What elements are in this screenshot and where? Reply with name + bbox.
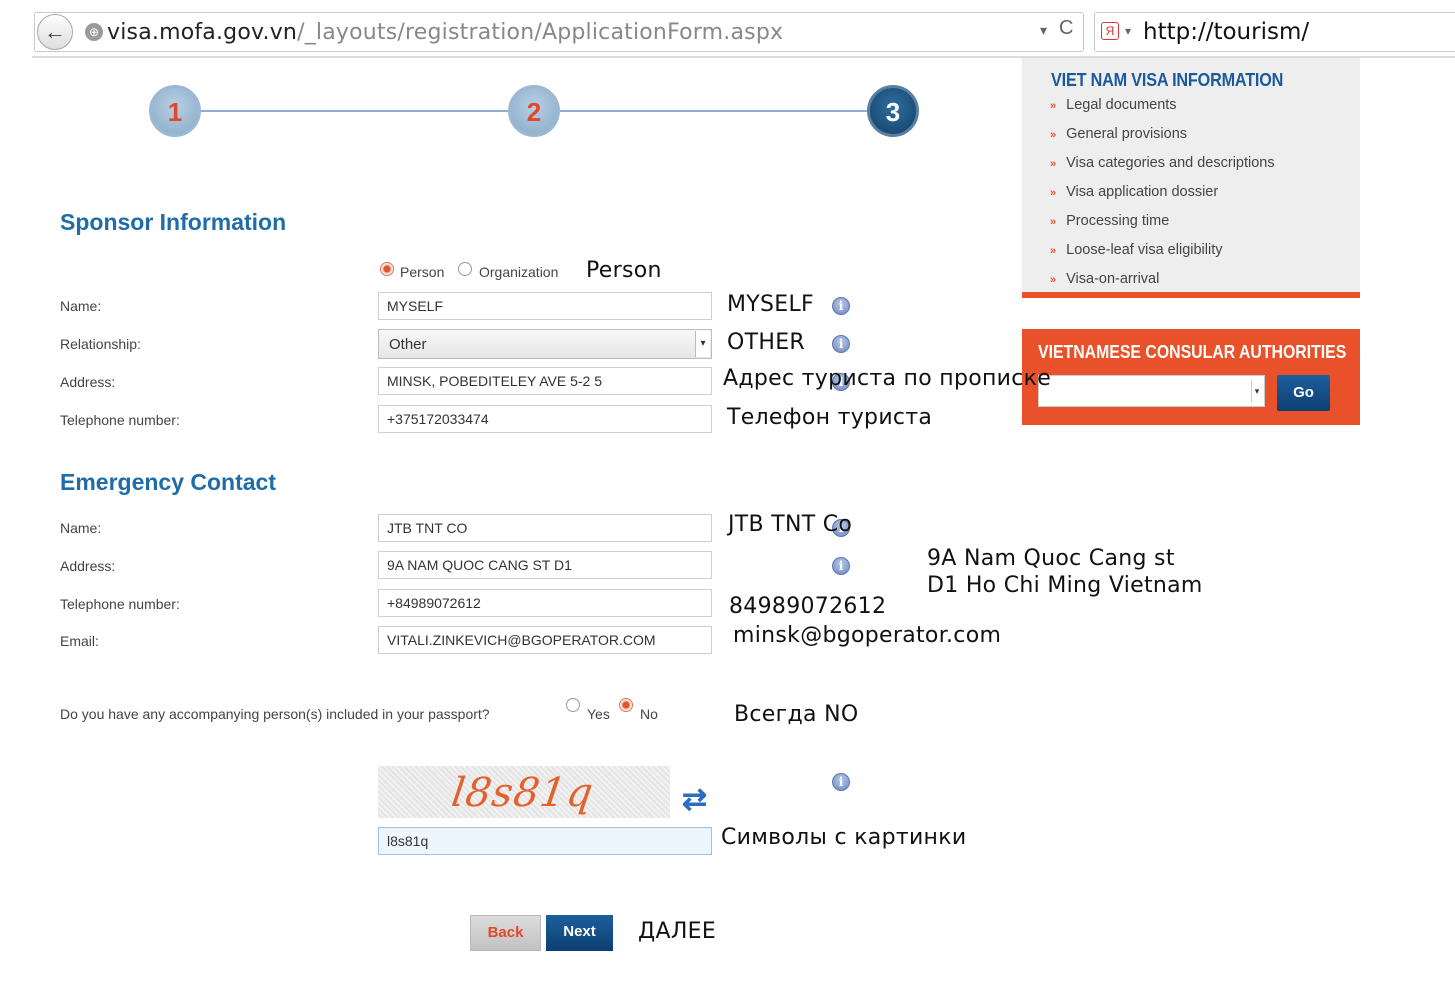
chevron-down-icon[interactable]: ▾ — [1251, 380, 1262, 402]
back-button[interactable]: Back — [470, 915, 541, 951]
annotation-ec-phone: 84989072612 — [729, 594, 887, 619]
search-bar[interactable]: Я ▾ http://tourism/ — [1094, 12, 1455, 52]
sidebar-item-label: Legal documents — [1066, 97, 1177, 113]
search-engine-dropdown-icon[interactable]: ▾ — [1125, 24, 1131, 38]
annotation-next-hint: ДАЛЕЕ — [638, 919, 717, 944]
sidebar-item-visa-on-arrival[interactable]: » Visa-on-arrival — [1050, 271, 1159, 287]
sponsor-address-input[interactable]: MINSK, POBEDITELEY AVE 5-2 5 — [378, 367, 712, 395]
info-icon[interactable]: i — [832, 773, 850, 791]
sidebar-item-label: Visa application dossier — [1066, 184, 1219, 200]
bullet-icon: » — [1050, 158, 1057, 170]
bullet-icon: » — [1050, 187, 1057, 199]
sponsor-relationship-label: Relationship: — [60, 336, 141, 352]
info-icon[interactable]: i — [832, 557, 850, 575]
sponsor-type-person-label: Person — [400, 264, 445, 280]
sponsor-name-input[interactable]: MYSELF — [378, 292, 712, 320]
address-bar[interactable]: ← ⊕ visa.mofa.gov.vn/_layouts/registrati… — [34, 12, 1084, 52]
sponsor-phone-input[interactable]: +375172033474 — [378, 405, 712, 433]
yandex-icon[interactable]: Я — [1101, 22, 1119, 40]
sponsor-section-title: Sponsor Information — [60, 209, 287, 235]
accompanying-yes-radio[interactable] — [566, 698, 580, 712]
consular-authorities-title: VIETNAMESE CONSULAR AUTHORITIES — [1038, 342, 1347, 362]
relationship-selected-value: Other — [389, 336, 427, 353]
annotation-person: Person — [586, 258, 662, 283]
back-arrow-icon[interactable]: ← — [37, 14, 73, 50]
bullet-icon: » — [1050, 245, 1057, 257]
step-1[interactable]: 1 — [149, 85, 201, 137]
captcha-image-text: l8s81q — [448, 770, 597, 816]
annotation-always-no: Всегда NO — [734, 702, 859, 727]
annotation-phone: Телефон туриста — [727, 405, 933, 430]
sponsor-relationship-select[interactable]: Other ▾ — [378, 329, 712, 359]
emergency-phone-label: Telephone number: — [60, 596, 180, 612]
annotation-captcha-hint: Символы с картинки — [721, 825, 967, 850]
sidebar-item-legal-documents[interactable]: » Legal documents — [1050, 97, 1177, 113]
sponsor-type-organization-label: Organization — [479, 264, 559, 280]
visa-info-divider — [1022, 292, 1360, 298]
sponsor-type-organization-radio[interactable] — [458, 262, 472, 276]
chevron-down-icon[interactable]: ▾ — [695, 331, 710, 357]
visa-info-panel: VIET NAM VISA INFORMATION » Legal documen… — [1022, 58, 1360, 294]
emergency-name-label: Name: — [60, 520, 102, 536]
sidebar-item-general-provisions[interactable]: » General provisions — [1050, 126, 1187, 142]
sponsor-phone-label: Telephone number: — [60, 412, 180, 428]
url-path: /_layouts/registration/ApplicationForm.a… — [297, 20, 784, 45]
step-connector — [200, 110, 510, 112]
refresh-captcha-icon[interactable]: ⇄ — [682, 782, 707, 817]
emergency-section-title: Emergency Contact — [60, 469, 277, 495]
annotation-ec-email: minsk@bgoperator.com — [733, 623, 1002, 648]
bullet-icon: » — [1050, 100, 1057, 112]
sponsor-type-person-radio[interactable] — [380, 262, 394, 276]
sponsor-address-label: Address: — [60, 374, 116, 390]
annotation-myself: MYSELF — [727, 292, 814, 317]
step-3: 3 — [867, 85, 919, 137]
accompanying-yes-label: Yes — [587, 706, 610, 722]
bullet-icon: » — [1050, 274, 1057, 286]
visa-info-title: VIET NAM VISA INFORMATION — [1051, 70, 1284, 90]
step-connector — [560, 110, 870, 112]
consular-authorities-panel: VIETNAMESE CONSULAR AUTHORITIES ▾ Go — [1022, 329, 1360, 425]
captcha-image: l8s81q — [378, 766, 670, 818]
accompanying-question: Do you have any accompanying person(s) i… — [60, 706, 490, 722]
consular-authorities-select[interactable]: ▾ — [1038, 375, 1265, 407]
sidebar-item-processing-time[interactable]: » Processing time — [1050, 213, 1169, 229]
accompanying-no-label: No — [640, 706, 658, 722]
sidebar-item-label: Processing time — [1066, 213, 1170, 229]
annotation-address: Адрес туриста по прописке — [723, 366, 1052, 391]
bullet-icon: » — [1050, 216, 1057, 228]
annotation-ec-address-line1: 9A Nam Quoc Cang st — [927, 546, 1175, 571]
search-input[interactable]: http://tourism/ — [1143, 19, 1309, 45]
annotation-ec-address-line2: D1 Ho Chi Ming Vietnam — [927, 573, 1203, 598]
sidebar-item-loose-leaf[interactable]: » Loose-leaf visa eligibility — [1050, 242, 1222, 258]
accompanying-no-radio[interactable] — [619, 698, 633, 712]
step-2[interactable]: 2 — [508, 85, 560, 137]
emergency-address-label: Address: — [60, 558, 116, 574]
annotation-other: OTHER — [727, 330, 805, 355]
reload-icon[interactable]: C — [1059, 17, 1073, 40]
sidebar-item-label: General provisions — [1066, 126, 1188, 142]
url-text[interactable]: visa.mofa.gov.vn/_layouts/registration/A… — [107, 20, 783, 45]
sidebar-item-visa-dossier[interactable]: » Visa application dossier — [1050, 184, 1218, 200]
sidebar-item-visa-categories[interactable]: » Visa categories and descriptions — [1050, 155, 1275, 171]
annotation-jtb: JTB TNT Co — [728, 512, 853, 537]
sponsor-name-label: Name: — [60, 298, 102, 314]
globe-icon: ⊕ — [85, 23, 103, 41]
sidebar-item-label: Visa categories and descriptions — [1066, 155, 1275, 171]
bullet-icon: » — [1050, 129, 1057, 141]
go-button[interactable]: Go — [1277, 375, 1330, 411]
emergency-address-input[interactable]: 9A NAM QUOC CANG ST D1 — [378, 551, 712, 579]
captcha-input[interactable]: l8s81q — [378, 827, 712, 855]
url-dropdown-icon[interactable]: ▾ — [1040, 22, 1047, 39]
info-icon[interactable]: i — [832, 335, 850, 353]
sidebar-item-label: Visa-on-arrival — [1066, 271, 1160, 287]
emergency-phone-input[interactable]: +84989072612 — [378, 589, 712, 617]
url-host: visa.mofa.gov.vn — [107, 20, 298, 45]
next-button[interactable]: Next — [546, 915, 613, 951]
info-icon[interactable]: i — [832, 297, 850, 315]
emergency-name-input[interactable]: JTB TNT CO — [378, 514, 712, 542]
emergency-email-label: Email: — [60, 633, 99, 649]
emergency-email-input[interactable]: VITALI.ZINKEVICH@BGOPERATOR.COM — [378, 626, 712, 654]
sidebar-item-label: Loose-leaf visa eligibility — [1066, 242, 1223, 258]
